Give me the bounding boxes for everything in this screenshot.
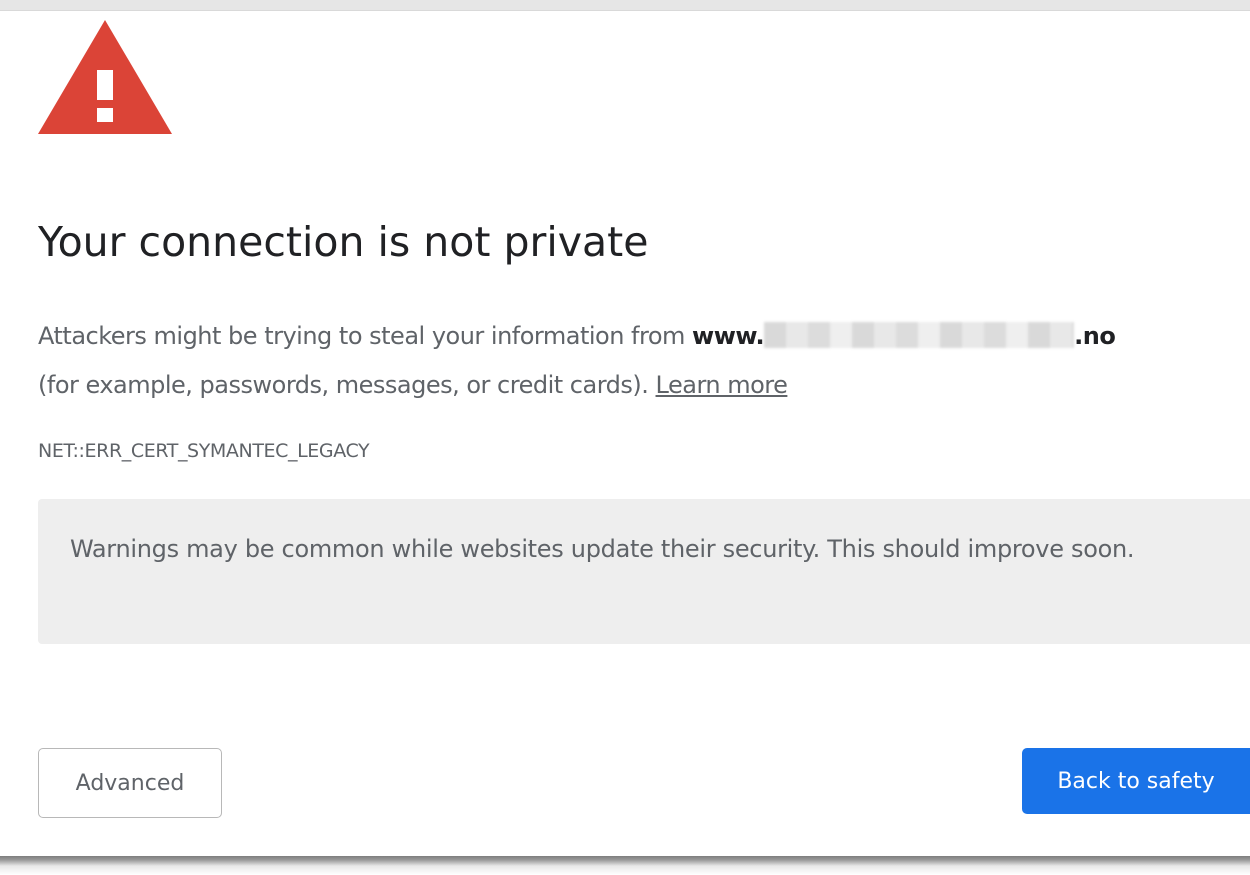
- page-title: Your connection is not private: [38, 218, 649, 266]
- advanced-button[interactable]: Advanced: [38, 748, 222, 818]
- info-box: Warnings may be common while websites up…: [38, 499, 1250, 644]
- message-suffix: (for example, passwords, messages, or cr…: [38, 371, 649, 399]
- site-domain: www. .no: [692, 322, 1116, 350]
- redacted-domain-blur: [764, 322, 1075, 348]
- window-top-edge: [0, 0, 1250, 11]
- error-code: NET::ERR_CERT_SYMANTEC_LEGACY: [38, 440, 370, 462]
- learn-more-link[interactable]: Learn more: [656, 371, 788, 399]
- domain-end: .no: [1074, 322, 1116, 350]
- domain-start: www.: [692, 322, 765, 350]
- warning-message: Attackers might be trying to steal your …: [38, 312, 1243, 410]
- window-bottom-edge: [0, 856, 1250, 875]
- back-to-safety-button[interactable]: Back to safety: [1022, 748, 1250, 814]
- warning-triangle-icon: [38, 20, 172, 134]
- warning-message-line-2: (for example, passwords, messages, or cr…: [38, 361, 1243, 410]
- info-text: Warnings may be common while websites up…: [70, 535, 1135, 563]
- warning-message-line-1: Attackers might be trying to steal your …: [38, 312, 1243, 361]
- message-prefix: Attackers might be trying to steal your …: [38, 322, 693, 350]
